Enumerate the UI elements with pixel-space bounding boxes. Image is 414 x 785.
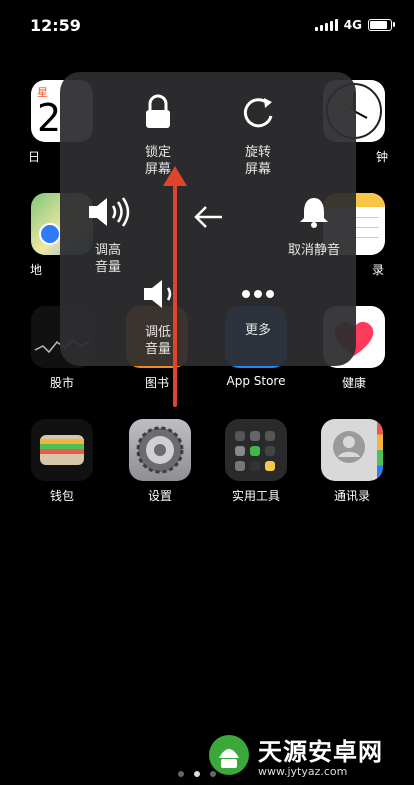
- watermark-title: 天源安卓网: [258, 738, 383, 766]
- watermark-logo-icon: [209, 735, 249, 775]
- app-label: 设置: [147, 489, 172, 503]
- rotate-screen-button[interactable]: 旋转 屏幕: [218, 92, 298, 178]
- wallet-icon: [31, 419, 93, 481]
- page-dot: [178, 771, 184, 777]
- volume-up-label: 调高 音量: [94, 243, 121, 275]
- bell-icon: [300, 198, 328, 228]
- app-label: 健康: [341, 376, 366, 390]
- person-icon: [333, 431, 365, 463]
- watermark: 天源安卓网 www.jytyaz.com: [206, 732, 383, 778]
- page-dot-active: [194, 771, 200, 777]
- volume-down-button[interactable]: 调低 音量: [118, 276, 198, 358]
- back-arrow-icon: [194, 206, 222, 228]
- calendar-day: 2: [37, 96, 62, 140]
- app-label: 实用工具: [231, 489, 280, 503]
- battery-level: [370, 21, 387, 29]
- location-pin-icon: [39, 223, 61, 245]
- app-utilities[interactable]: 实用工具: [220, 419, 292, 504]
- volume-down-label: 调低 音量: [144, 325, 171, 357]
- app-label: 图书: [144, 376, 169, 390]
- app-contacts[interactable]: 通讯录: [316, 419, 388, 504]
- app-wallet[interactable]: 钱包: [26, 419, 98, 504]
- app-settings[interactable]: 设置: [124, 419, 196, 504]
- app-label: 股市: [49, 376, 74, 390]
- more-button[interactable]: 更多: [218, 284, 298, 339]
- wallet-stripe: [40, 449, 84, 454]
- more-dots-icon: [242, 290, 274, 298]
- back-button[interactable]: [190, 202, 226, 236]
- volume-up-icon: [89, 197, 130, 227]
- more-label: 更多: [244, 323, 271, 338]
- signal-icon: [314, 19, 338, 31]
- volume-down-icon: [144, 280, 172, 308]
- rotate-screen-label: 旋转 屏幕: [244, 145, 271, 177]
- status-right: 4G: [314, 18, 395, 32]
- settings-icon: [129, 419, 191, 481]
- status-bar: 12:59 4G: [0, 0, 414, 50]
- lock-icon: [146, 94, 170, 128]
- assistive-touch-menu: 锁定 屏幕 旋转 屏幕 调高 音量 取消静音 调低 音量 更多: [60, 72, 356, 366]
- lock-screen-label: 锁定 屏幕: [144, 145, 171, 177]
- app-label: 通讯录: [333, 489, 370, 503]
- utilities-folder-icon: [225, 419, 287, 481]
- gear-icon: [136, 426, 184, 474]
- unmute-label: 取消静音: [287, 243, 340, 258]
- app-label: App Store: [226, 374, 286, 388]
- volume-up-button[interactable]: 调高 音量: [68, 194, 148, 276]
- battery-icon: [368, 19, 395, 31]
- network-type: 4G: [343, 18, 362, 32]
- lock-screen-button[interactable]: 锁定 屏幕: [118, 92, 198, 178]
- contacts-icon: [321, 419, 383, 481]
- rotate-icon: [243, 98, 273, 128]
- unmute-button[interactable]: 取消静音: [274, 194, 354, 259]
- app-label: 钱包: [49, 489, 74, 503]
- watermark-text-block: 天源安卓网 www.jytyaz.com: [258, 732, 383, 778]
- status-time: 12:59: [30, 16, 81, 35]
